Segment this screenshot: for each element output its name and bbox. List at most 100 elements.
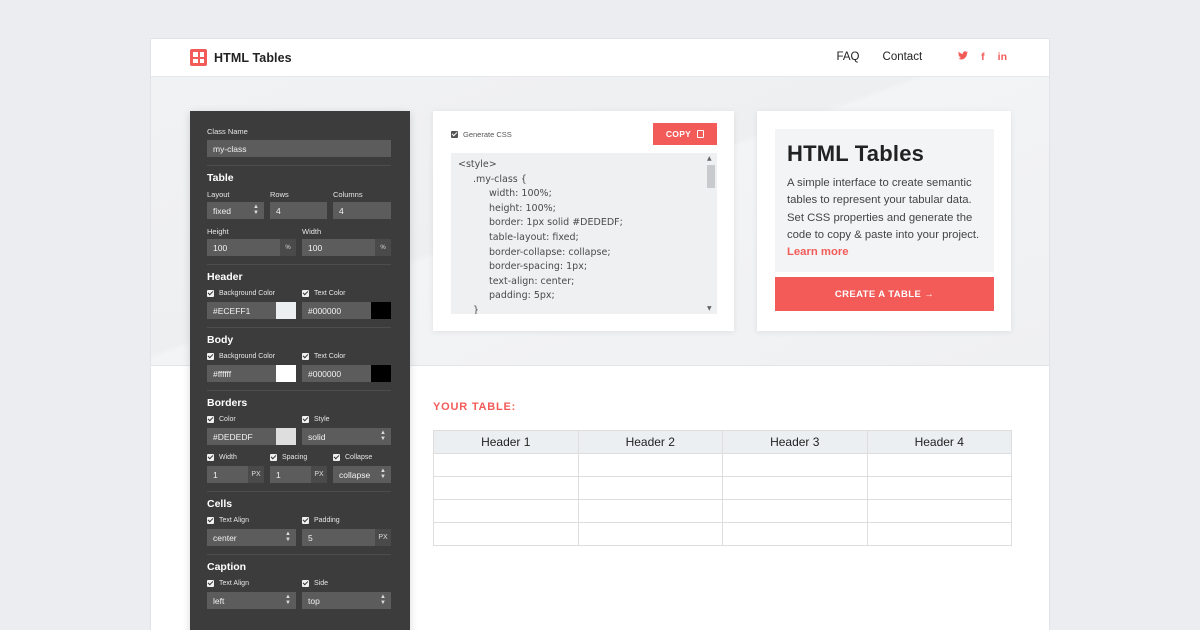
section-title-table: Table: [207, 172, 234, 184]
border-spacing-checkbox[interactable]: Spacing: [270, 454, 307, 461]
header-text-swatch[interactable]: [371, 302, 391, 319]
css-code-output[interactable]: <style> .my-class { width: 100%; height:…: [451, 153, 717, 314]
body-text-swatch[interactable]: [371, 365, 391, 382]
your-table-title: YOUR TABLE:: [433, 401, 517, 413]
facebook-icon[interactable]: f: [981, 51, 985, 63]
border-collapse-select[interactable]: collapse ▲ ▼: [333, 466, 391, 483]
cell-padding-input[interactable]: 5 PX: [302, 529, 391, 546]
caption-side-select[interactable]: top ▲ ▼: [302, 592, 391, 609]
select-arrows-icon: ▲ ▼: [380, 468, 386, 480]
learn-more-link[interactable]: Learn more: [787, 246, 849, 258]
checkbox-icon: [302, 290, 309, 297]
caption-align-label: Text Align: [219, 580, 249, 587]
caption-side-checkbox[interactable]: Side: [302, 580, 328, 587]
body-bg-label: Background Color: [219, 353, 276, 360]
checkbox-icon: [207, 353, 214, 360]
nav-link-contact[interactable]: Contact: [883, 51, 923, 63]
divider: [207, 264, 391, 265]
border-spacing-input[interactable]: 1 PX: [270, 466, 327, 483]
table-cell: [577, 476, 723, 500]
copy-button[interactable]: COPY: [653, 123, 717, 145]
section-title-header: Header: [207, 271, 243, 283]
cell-align-checkbox[interactable]: Text Align: [207, 517, 249, 524]
code-line: padding: 5px;: [489, 290, 555, 302]
table-row: [433, 453, 1012, 477]
border-color-checkbox[interactable]: Color: [207, 416, 236, 423]
select-arrows-icon: ▲ ▼: [380, 594, 386, 606]
caption-side-value: top: [308, 595, 320, 606]
checkbox-icon: [333, 454, 340, 461]
divider: [207, 554, 391, 555]
scroll-down-icon[interactable]: ▼: [707, 305, 712, 312]
select-arrows-icon: ▲ ▼: [380, 430, 386, 442]
header-text-checkbox[interactable]: Text Color: [302, 290, 346, 297]
table-header-cell: Header 2: [577, 430, 723, 454]
columns-input[interactable]: 4: [333, 202, 391, 219]
px-unit: PX: [248, 466, 264, 483]
select-arrows-icon: ▲ ▼: [285, 594, 291, 606]
header-bg-checkbox[interactable]: Background Color: [207, 290, 275, 297]
border-width-input[interactable]: 1 PX: [207, 466, 264, 483]
nav-links: FAQ Contact f in: [837, 51, 1008, 63]
table-header-cell: Header 3: [722, 430, 868, 454]
border-width-value: 1: [213, 469, 218, 480]
code-line: }: [473, 305, 480, 314]
scroll-thumb[interactable]: [707, 165, 715, 188]
brand-logo[interactable]: HTML Tables: [190, 49, 292, 66]
nav-link-faq[interactable]: FAQ: [837, 51, 860, 63]
class-name-input[interactable]: my-class: [207, 140, 391, 157]
code-scrollbar[interactable]: ▲ ▼: [703, 153, 717, 314]
table-header-cell: Header 1: [433, 430, 579, 454]
body-text-checkbox[interactable]: Text Color: [302, 353, 346, 360]
twitter-icon[interactable]: [958, 51, 969, 63]
header-text-label: Text Color: [314, 290, 346, 297]
scroll-up-icon[interactable]: ▲: [707, 155, 712, 162]
section-title-caption: Caption: [207, 561, 247, 573]
height-input[interactable]: 100 %: [207, 239, 296, 256]
linkedin-icon[interactable]: in: [998, 51, 1007, 63]
header-bg-swatch[interactable]: [276, 302, 296, 319]
table-grid-icon: [190, 49, 207, 66]
caption-side-label: Side: [314, 580, 329, 587]
body-bg-value: #ffffff: [213, 368, 232, 379]
body-bg-swatch[interactable]: [276, 365, 296, 382]
caption-align-checkbox[interactable]: Text Align: [207, 580, 249, 587]
layout-select[interactable]: fixed ▲ ▼: [207, 202, 264, 219]
caption-align-select[interactable]: left ▲ ▼: [207, 592, 296, 609]
generate-css-checkbox[interactable]: Generate CSS: [451, 130, 512, 139]
cell-align-select[interactable]: center ▲ ▼: [207, 529, 296, 546]
body-bg-checkbox[interactable]: Background Color: [207, 353, 275, 360]
code-line: height: 100%;: [489, 202, 556, 214]
code-line: table-layout: fixed;: [489, 232, 579, 243]
cell-padding-checkbox[interactable]: Padding: [302, 517, 340, 524]
code-card: Generate CSS COPY <style> .my-class { wi…: [433, 111, 734, 331]
percent-unit: %: [375, 239, 391, 256]
table-cell: [577, 499, 723, 523]
border-width-checkbox[interactable]: Width: [207, 454, 237, 461]
border-style-checkbox[interactable]: Style: [302, 416, 330, 423]
width-input[interactable]: 100 %: [302, 239, 391, 256]
table-header-cell: Header 4: [866, 430, 1012, 454]
border-style-value: solid: [308, 431, 326, 442]
checkbox-icon: [302, 353, 309, 360]
checkbox-icon: [302, 517, 309, 524]
rows-input[interactable]: 4: [270, 202, 327, 219]
info-title: HTML Tables: [787, 141, 925, 166]
info-description-text: A simple interface to create semantic ta…: [787, 177, 980, 241]
code-line: .my-class {: [473, 173, 527, 185]
percent-unit: %: [280, 239, 296, 256]
section-title-cells: Cells: [207, 498, 233, 510]
divider: [207, 165, 391, 166]
border-color-swatch[interactable]: [276, 428, 296, 445]
body-text-value: #000000: [308, 368, 342, 379]
preview-table: Header 1 Header 2 Header 3 Header 4: [433, 430, 1012, 546]
checkbox-icon: [207, 416, 214, 423]
settings-panel: Class Name my-class Table Layout Rows Co…: [190, 111, 410, 630]
border-collapse-checkbox[interactable]: Collapse: [333, 454, 372, 461]
code-line: text-align: center;: [489, 275, 575, 287]
create-table-button[interactable]: CREATE A TABLE →: [775, 277, 994, 311]
table-header-row: Header 1 Header 2 Header 3 Header 4: [433, 430, 1012, 454]
checkbox-icon: [270, 454, 277, 461]
border-style-select[interactable]: solid ▲ ▼: [302, 428, 391, 445]
copy-icon: [697, 130, 705, 138]
